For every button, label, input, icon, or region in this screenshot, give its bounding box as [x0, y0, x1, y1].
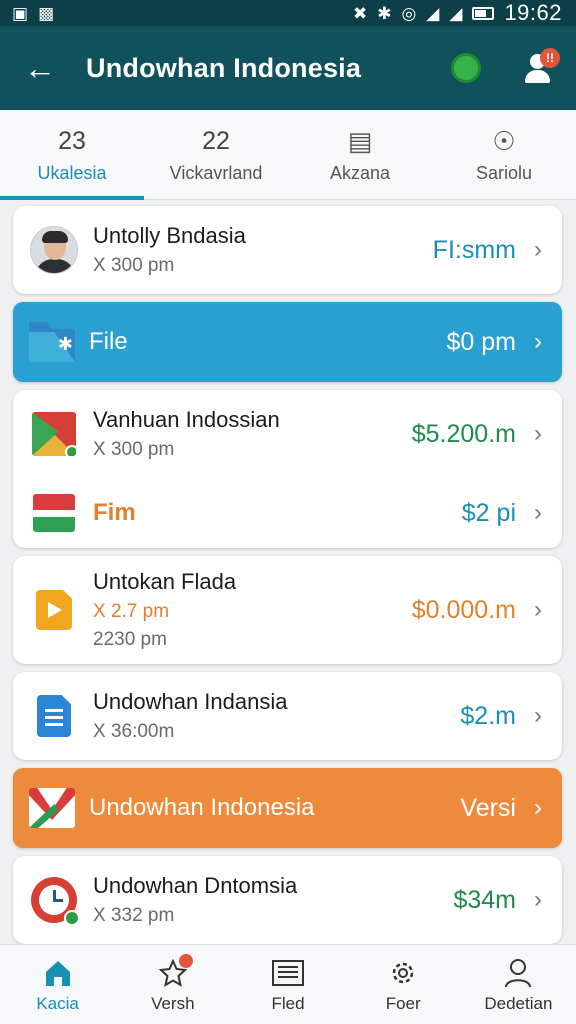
tab-label: Vickavrland [169, 163, 263, 183]
item-title: Untokan Flada [93, 569, 237, 594]
item-subtitle: X 2.7 pm [93, 601, 170, 622]
profile-button[interactable]: !! [516, 46, 560, 90]
tab-count: 22 [202, 127, 230, 155]
chevron-right-icon: › [534, 794, 542, 821]
item-subtitle-2: 2230 pm [93, 629, 167, 650]
tab-label: Sariolu [475, 163, 533, 183]
list-item[interactable]: Fim $2 pi › [13, 478, 562, 548]
nav-dedetian[interactable]: Dedetian [461, 945, 576, 1024]
banner-amount: $0 pm [446, 327, 516, 356]
item-subtitle: X 300 pm [93, 255, 175, 276]
list-item[interactable]: Untolly Bndasia X 300 pm FI:smm › [13, 206, 562, 294]
list-item[interactable]: Undowhan Indansia X 36:00m $2.m › [13, 672, 562, 760]
status-left: ▣ ▩ [12, 5, 54, 22]
nav-kacia[interactable]: Kacia [0, 945, 115, 1024]
nav-label: Foer [385, 993, 421, 1013]
chevron-right-icon: › [534, 702, 542, 729]
signal-icon-2: ◢ [449, 3, 463, 23]
flag-icon [29, 488, 79, 538]
item-subtitle: X 36:00m [93, 721, 175, 742]
list-item[interactable]: Untokan Flada X 2.7 pm 2230 pm $0.000.m … [13, 556, 562, 664]
list-item[interactable]: Undowhan Dntomsia X 332 pm $34m › [13, 856, 562, 944]
mute-icon: ✖ [352, 3, 368, 23]
item-title: Undowhan Dntomsia [93, 873, 298, 898]
tab-vickavrland[interactable]: 22 Vickavrland [144, 110, 288, 199]
tab-bar: 23 Ukalesia 22 Vickavrland ▤ Akzana ☉ Sa… [0, 110, 576, 200]
banner-amount: Versi [460, 793, 516, 822]
notification-icon: ▣ [12, 3, 29, 23]
person-icon [500, 956, 536, 990]
tab-label: Akzana [329, 163, 391, 183]
tab-count: 23 [58, 127, 86, 155]
nav-label: Fled [271, 993, 305, 1013]
list-item[interactable]: Vanhuan Indossian X 300 pm $5.200.m › [13, 390, 562, 478]
status-bar: ▣ ▩ ✖ ✱ ◎ ◢ ◢ 19:62 [0, 0, 576, 26]
chevron-right-icon: › [534, 499, 542, 526]
item-amount: FI:smm [432, 235, 516, 264]
chevron-right-icon: › [534, 420, 542, 447]
play-file-icon [29, 585, 79, 635]
nav-foer[interactable]: Foer [346, 945, 461, 1024]
bottom-nav: Kacia Versh Fled Foer Dedetian [0, 944, 576, 1024]
nav-fled[interactable]: Fled [230, 945, 345, 1024]
back-arrow-icon[interactable]: ← [22, 50, 58, 86]
star-icon [155, 953, 193, 990]
signal-icon: ◢ [426, 3, 440, 23]
item-amount: $2.m [460, 701, 516, 730]
gear-icon [385, 956, 421, 990]
nav-versh[interactable]: Versh [115, 945, 230, 1024]
home-icon [40, 956, 76, 990]
file-banner[interactable]: ✱ File $0 pm › [13, 302, 562, 382]
tab-ukalesia[interactable]: 23 Ukalesia [0, 110, 144, 200]
newspaper-icon [270, 956, 306, 990]
list-group: Vanhuan Indossian X 300 pm $5.200.m › Fi… [13, 390, 562, 548]
banner-title: Undowhan Indonesia [89, 794, 315, 821]
item-amount: $5.200.m [411, 419, 516, 448]
mail-icon [29, 788, 75, 828]
battery-icon [472, 6, 495, 20]
nav-label: Kacia [36, 993, 79, 1013]
bluetooth-icon: ✱ [377, 3, 392, 23]
status-time: 19:62 [504, 0, 562, 25]
notification-badge [178, 953, 193, 968]
folder-icon: ✱ [29, 322, 75, 362]
chevron-right-icon: › [534, 328, 542, 355]
page-title: Undowhan Indonesia [86, 52, 362, 83]
app-bar: ← Undowhan Indonesia !! [0, 26, 576, 110]
tab-label: Ukalesia [37, 163, 107, 183]
nav-label: Dedetian [484, 993, 553, 1013]
tab-akzana[interactable]: ▤ Akzana [288, 110, 432, 199]
item-title: Undowhan Indansia [93, 689, 288, 714]
item-amount: $0.000.m [411, 595, 516, 624]
item-subtitle: X 300 pm [93, 439, 175, 460]
globe-button[interactable] [444, 46, 488, 90]
document-icon [29, 691, 79, 741]
avatar [29, 225, 79, 275]
transaction-list: Untolly Bndasia X 300 pm FI:smm › ✱ File… [13, 206, 562, 952]
notification-badge: !! [540, 48, 560, 68]
document-icon: ▤ [347, 126, 373, 156]
orange-banner[interactable]: Undowhan Indonesia Versi › [13, 768, 562, 848]
wifi-icon: ◎ [401, 3, 417, 23]
item-subtitle: X 332 pm [93, 905, 175, 926]
chevron-right-icon: › [534, 236, 542, 263]
screenshot-icon: ▩ [38, 3, 55, 23]
status-right: ✖ ✱ ◎ ◢ ◢ 19:62 [353, 0, 562, 26]
banner-title: File [89, 328, 128, 355]
chevron-right-icon: › [534, 596, 542, 623]
item-amount: $34m [453, 885, 516, 914]
info-icon: ☉ [492, 126, 516, 156]
chevron-right-icon: › [534, 886, 542, 913]
nav-label: Versh [151, 993, 195, 1013]
globe-icon [451, 53, 481, 83]
clock-icon [29, 875, 80, 926]
item-amount: $2 pi [461, 498, 516, 527]
item-title: Untolly Bndasia [93, 223, 246, 248]
app-icon [29, 409, 79, 459]
tab-sariolu[interactable]: ☉ Sariolu [432, 110, 576, 199]
item-title: Vanhuan Indossian [93, 407, 280, 432]
item-title: Fim [93, 499, 136, 526]
